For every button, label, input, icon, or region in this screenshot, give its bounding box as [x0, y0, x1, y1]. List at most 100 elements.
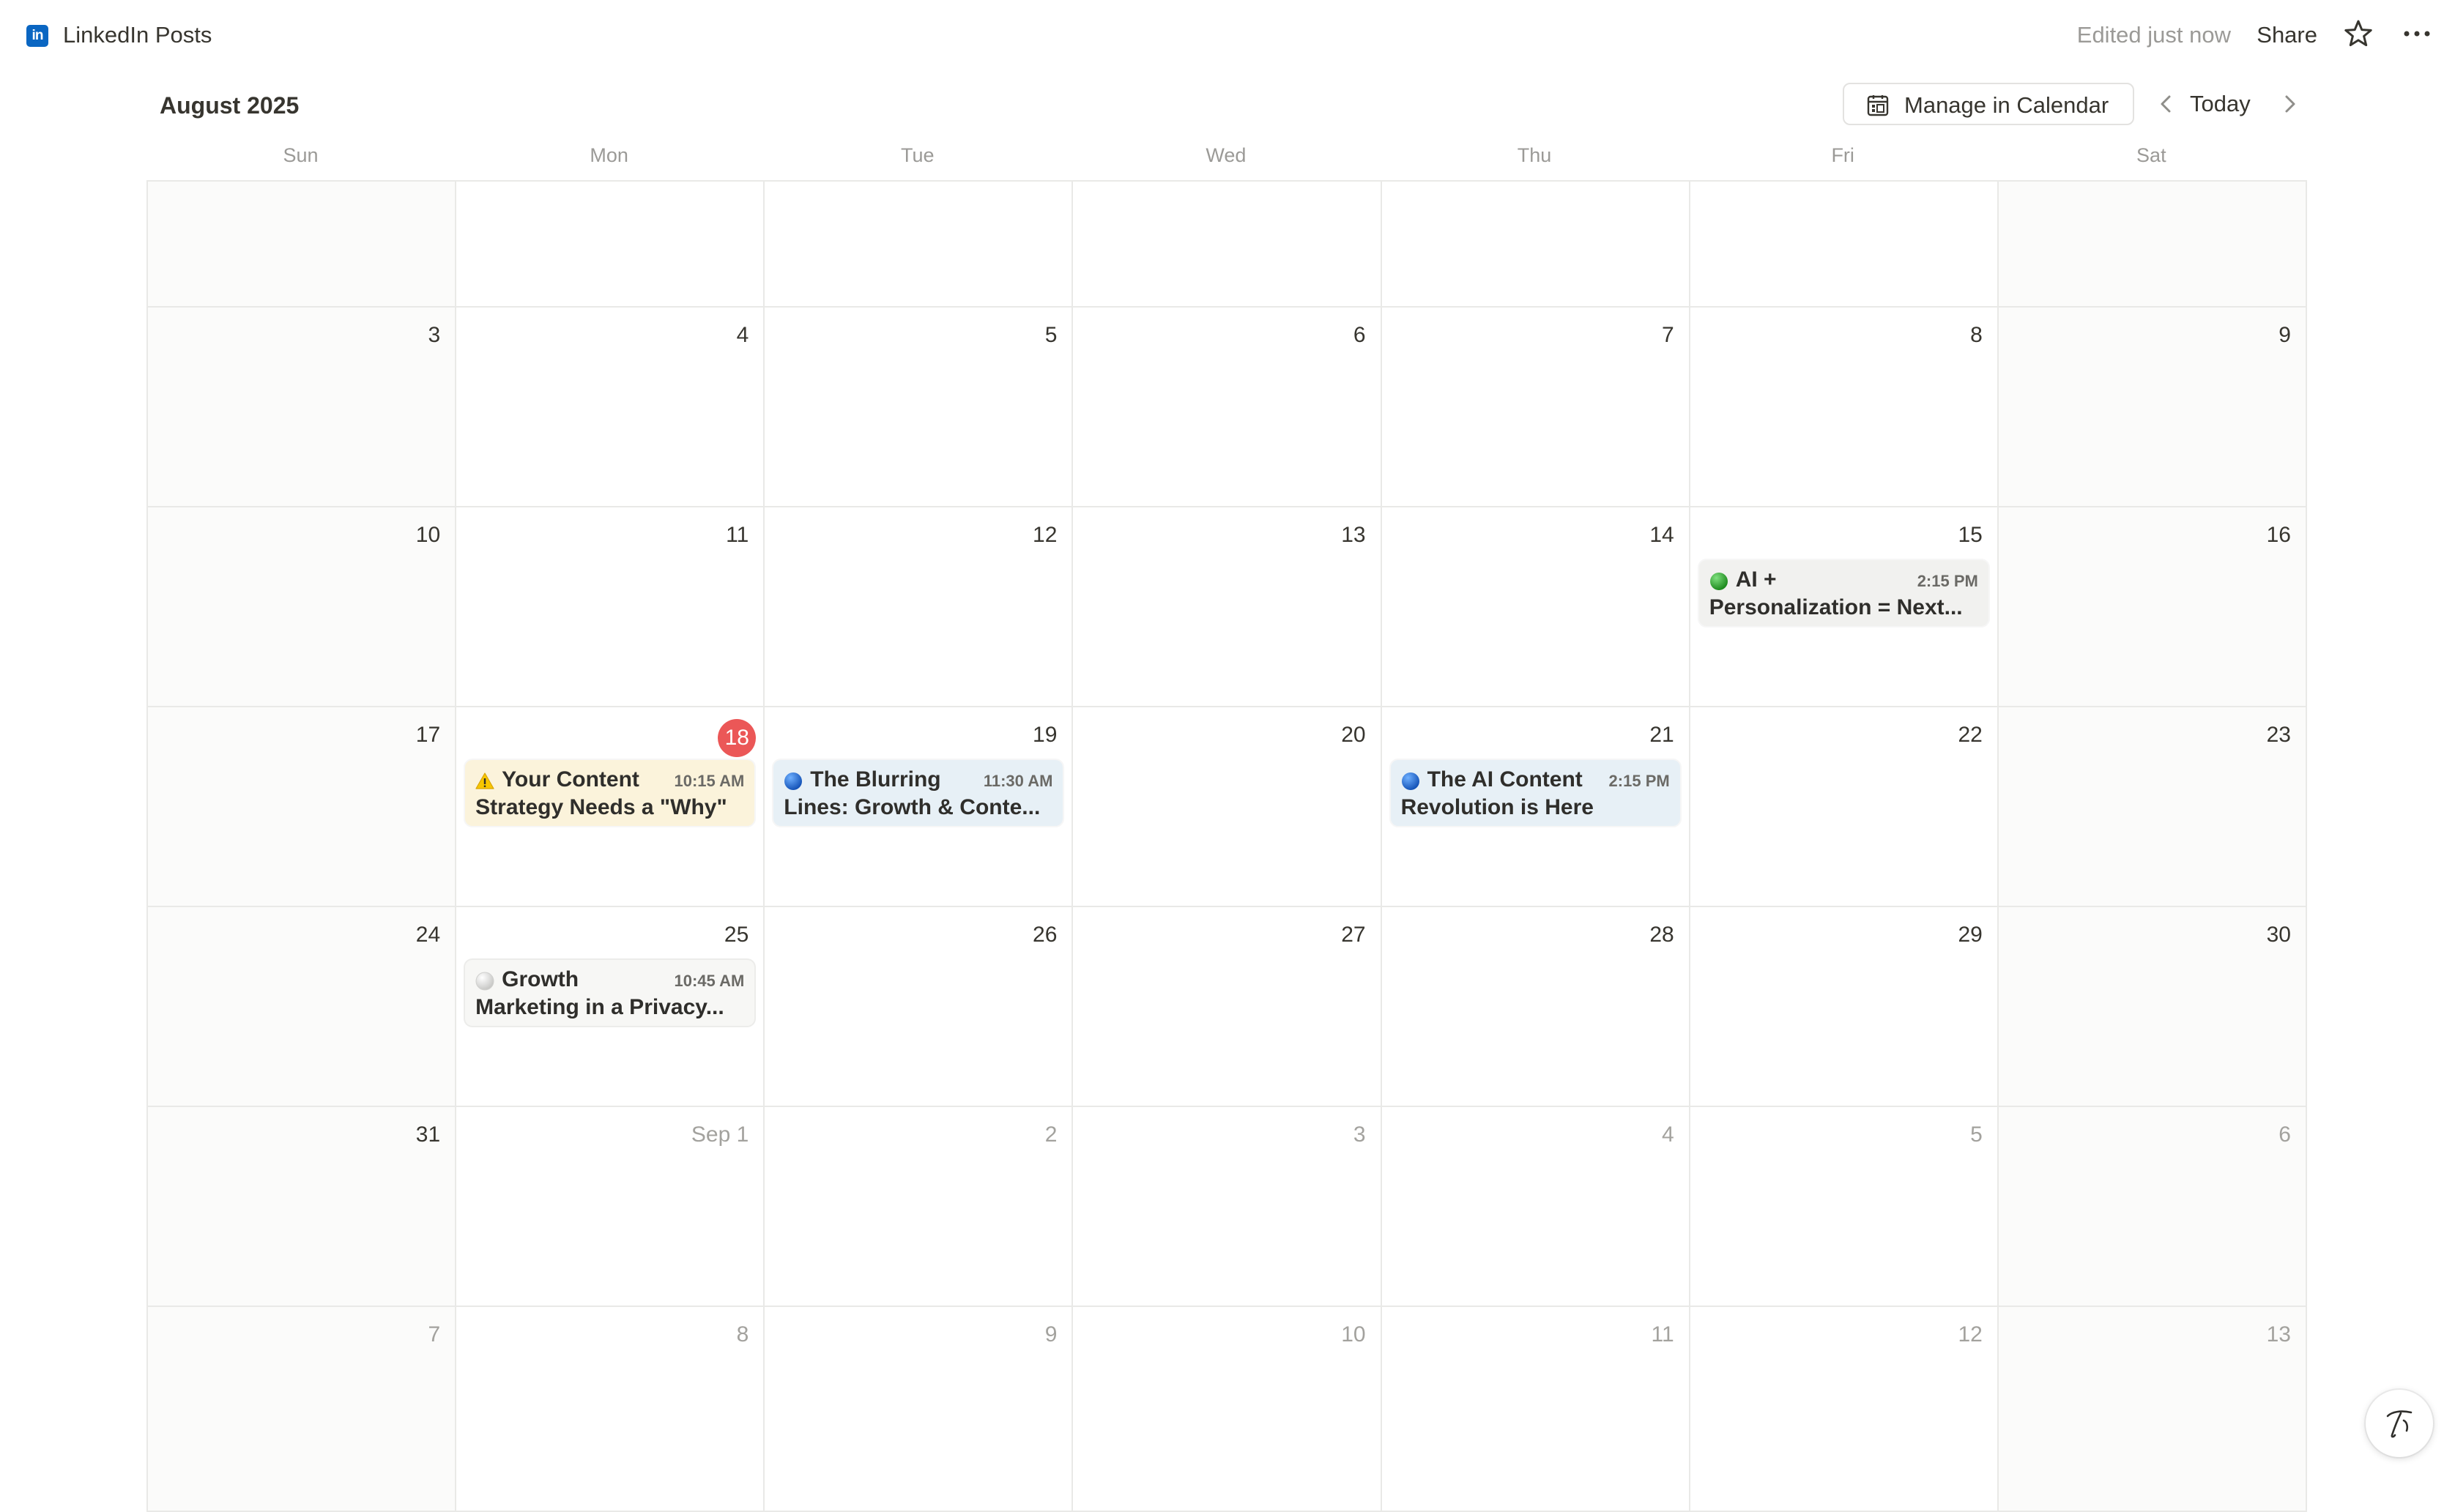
day-number: 31 — [415, 1122, 441, 1147]
day-cell[interactable]: 7 — [1381, 308, 1690, 507]
day-cell[interactable]: 12 — [765, 507, 1074, 707]
day-number: 12 — [1958, 1322, 1983, 1347]
day-cell[interactable]: 2 — [765, 1107, 1074, 1307]
day-number: 8 — [736, 1322, 749, 1347]
day-number: 7 — [428, 1322, 441, 1347]
day-number: 15 — [1958, 523, 1983, 547]
day-cell[interactable]: 29 — [1690, 907, 1999, 1107]
weekday-label: Fri — [1831, 144, 1854, 166]
chevron-right-icon[interactable] — [2276, 88, 2303, 120]
day-cell[interactable] — [1998, 182, 2307, 308]
day-cell[interactable]: 10 — [1073, 1307, 1382, 1512]
help-signature-icon — [2386, 1410, 2413, 1438]
blue-circle-icon — [784, 772, 803, 790]
day-number: 7 — [1662, 323, 1674, 347]
event-title: AI + — [1735, 567, 1777, 592]
day-cell[interactable]: 27 — [1073, 907, 1382, 1107]
event-card[interactable]: Growth 10:45 AM Marketing in a Privacy..… — [465, 960, 755, 1026]
day-number: 13 — [2266, 1322, 2291, 1347]
day-cell[interactable]: 4 — [1381, 1107, 1690, 1307]
day-cell[interactable]: 6 — [1073, 308, 1382, 507]
event-card[interactable]: AI + 2:15 PM Personalization = Next... — [1698, 560, 1988, 626]
day-number: 30 — [2266, 923, 2291, 947]
day-cell[interactable] — [148, 182, 457, 308]
day-cell[interactable]: 28 — [1381, 907, 1690, 1107]
event-time: 2:15 PM — [1917, 572, 1978, 590]
event-card[interactable]: The AI Content 2:15 PM Revolution is Her… — [1390, 760, 1680, 826]
event-card[interactable]: The Blurring 11:30 AM Lines: Growth & Co… — [773, 760, 1063, 826]
day-cell[interactable]: 15 AI + 2:15 PM Personalization = Next..… — [1690, 507, 1999, 707]
day-number: 6 — [2278, 1122, 2291, 1147]
manage-in-calendar-button[interactable]: Manage in Calendar — [1843, 83, 2134, 125]
day-cell[interactable]: 21 The AI Content 2:15 PM Revolution is … — [1381, 707, 1690, 907]
day-cell[interactable]: 18 Your Content 10:15 AM Strategy Needs … — [456, 707, 765, 907]
day-cell[interactable]: 16 — [1998, 507, 2307, 707]
day-cell[interactable]: 10 — [148, 507, 457, 707]
calendar-grid: 3 4 5 6 7 8 9 10 11 12 13 14 15 AI + 2:1… — [146, 180, 2307, 1512]
event-time: 11:30 AM — [983, 772, 1053, 790]
day-cell[interactable] — [456, 182, 765, 308]
day-cell[interactable]: 12 — [1690, 1307, 1999, 1512]
day-number: 17 — [415, 723, 441, 747]
day-cell[interactable]: 19 The Blurring 11:30 AM Lines: Growth &… — [765, 707, 1074, 907]
day-cell[interactable]: 24 — [148, 907, 457, 1107]
day-cell[interactable]: 5 — [765, 308, 1074, 507]
day-cell[interactable]: 3 — [1073, 1107, 1382, 1307]
day-cell[interactable]: 6 — [1998, 1107, 2307, 1307]
day-cell[interactable]: 3 — [148, 308, 457, 507]
day-number: 8 — [1970, 323, 1983, 347]
day-cell[interactable]: 8 — [1690, 308, 1999, 507]
day-cell[interactable]: 25 Growth 10:45 AM Marketing in a Privac… — [456, 907, 765, 1107]
today-button[interactable]: Today — [2190, 89, 2251, 119]
more-horizontal-icon[interactable] — [2399, 18, 2434, 50]
day-cell[interactable]: 11 — [456, 507, 765, 707]
day-cell[interactable]: 22 — [1690, 707, 1999, 907]
day-cell[interactable]: 31 — [148, 1107, 457, 1307]
day-cell[interactable]: 13 — [1998, 1307, 2307, 1512]
help-button[interactable] — [2366, 1390, 2433, 1457]
day-number: 11 — [1651, 1322, 1674, 1347]
chevron-left-icon[interactable] — [2153, 88, 2180, 120]
share-button[interactable]: Share — [2257, 21, 2317, 50]
edited-status: Edited just now — [2076, 22, 2231, 48]
event-title-continued: Personalization = Next... — [1709, 595, 1963, 619]
star-icon[interactable] — [2342, 18, 2374, 50]
blue-circle-icon — [1401, 772, 1419, 790]
event-card[interactable]: Your Content 10:15 AM Strategy Needs a "… — [465, 760, 755, 826]
event-title: The Blurring — [810, 767, 941, 792]
day-cell[interactable]: 9 — [765, 1307, 1074, 1512]
weekday-label: Wed — [1206, 144, 1247, 166]
top-bar: in LinkedIn Posts Edited just now Share — [0, 0, 2455, 70]
day-cell[interactable]: 7 — [148, 1307, 457, 1512]
day-cell[interactable]: 17 — [148, 707, 457, 907]
weekday-label: Sun — [283, 144, 319, 166]
page-title[interactable]: LinkedIn Posts — [63, 21, 212, 50]
day-cell[interactable] — [1073, 182, 1382, 308]
day-cell[interactable]: 30 — [1998, 907, 2307, 1107]
day-cell[interactable]: 13 — [1073, 507, 1382, 707]
day-cell[interactable]: 9 — [1998, 308, 2307, 507]
day-cell[interactable] — [1381, 182, 1690, 308]
day-cell[interactable]: 11 — [1381, 1307, 1690, 1512]
calendar-icon — [1867, 95, 1889, 116]
day-number: 26 — [1033, 923, 1058, 947]
day-number: 4 — [1662, 1122, 1674, 1147]
day-cell[interactable]: 4 — [456, 308, 765, 507]
day-cell[interactable]: 5 — [1690, 1107, 1999, 1307]
day-number: Sep 1 — [691, 1122, 749, 1147]
day-cell[interactable]: Sep 1 — [456, 1107, 765, 1307]
day-number: 22 — [1958, 723, 1983, 747]
event-title: Your Content — [502, 767, 639, 792]
day-cell[interactable]: 8 — [456, 1307, 765, 1512]
day-number: 2 — [1044, 1122, 1058, 1147]
green-circle-icon — [1709, 573, 1728, 590]
day-cell[interactable]: 14 — [1381, 507, 1690, 707]
day-cell[interactable]: 23 — [1998, 707, 2307, 907]
day-cell[interactable]: 26 — [765, 907, 1074, 1107]
day-number: 5 — [1970, 1122, 1983, 1147]
day-cell[interactable] — [765, 182, 1074, 308]
day-cell[interactable] — [1690, 182, 1999, 308]
weekday-label: Mon — [590, 144, 628, 166]
day-cell[interactable]: 20 — [1073, 707, 1382, 907]
weekday-label: Thu — [1517, 144, 1552, 166]
